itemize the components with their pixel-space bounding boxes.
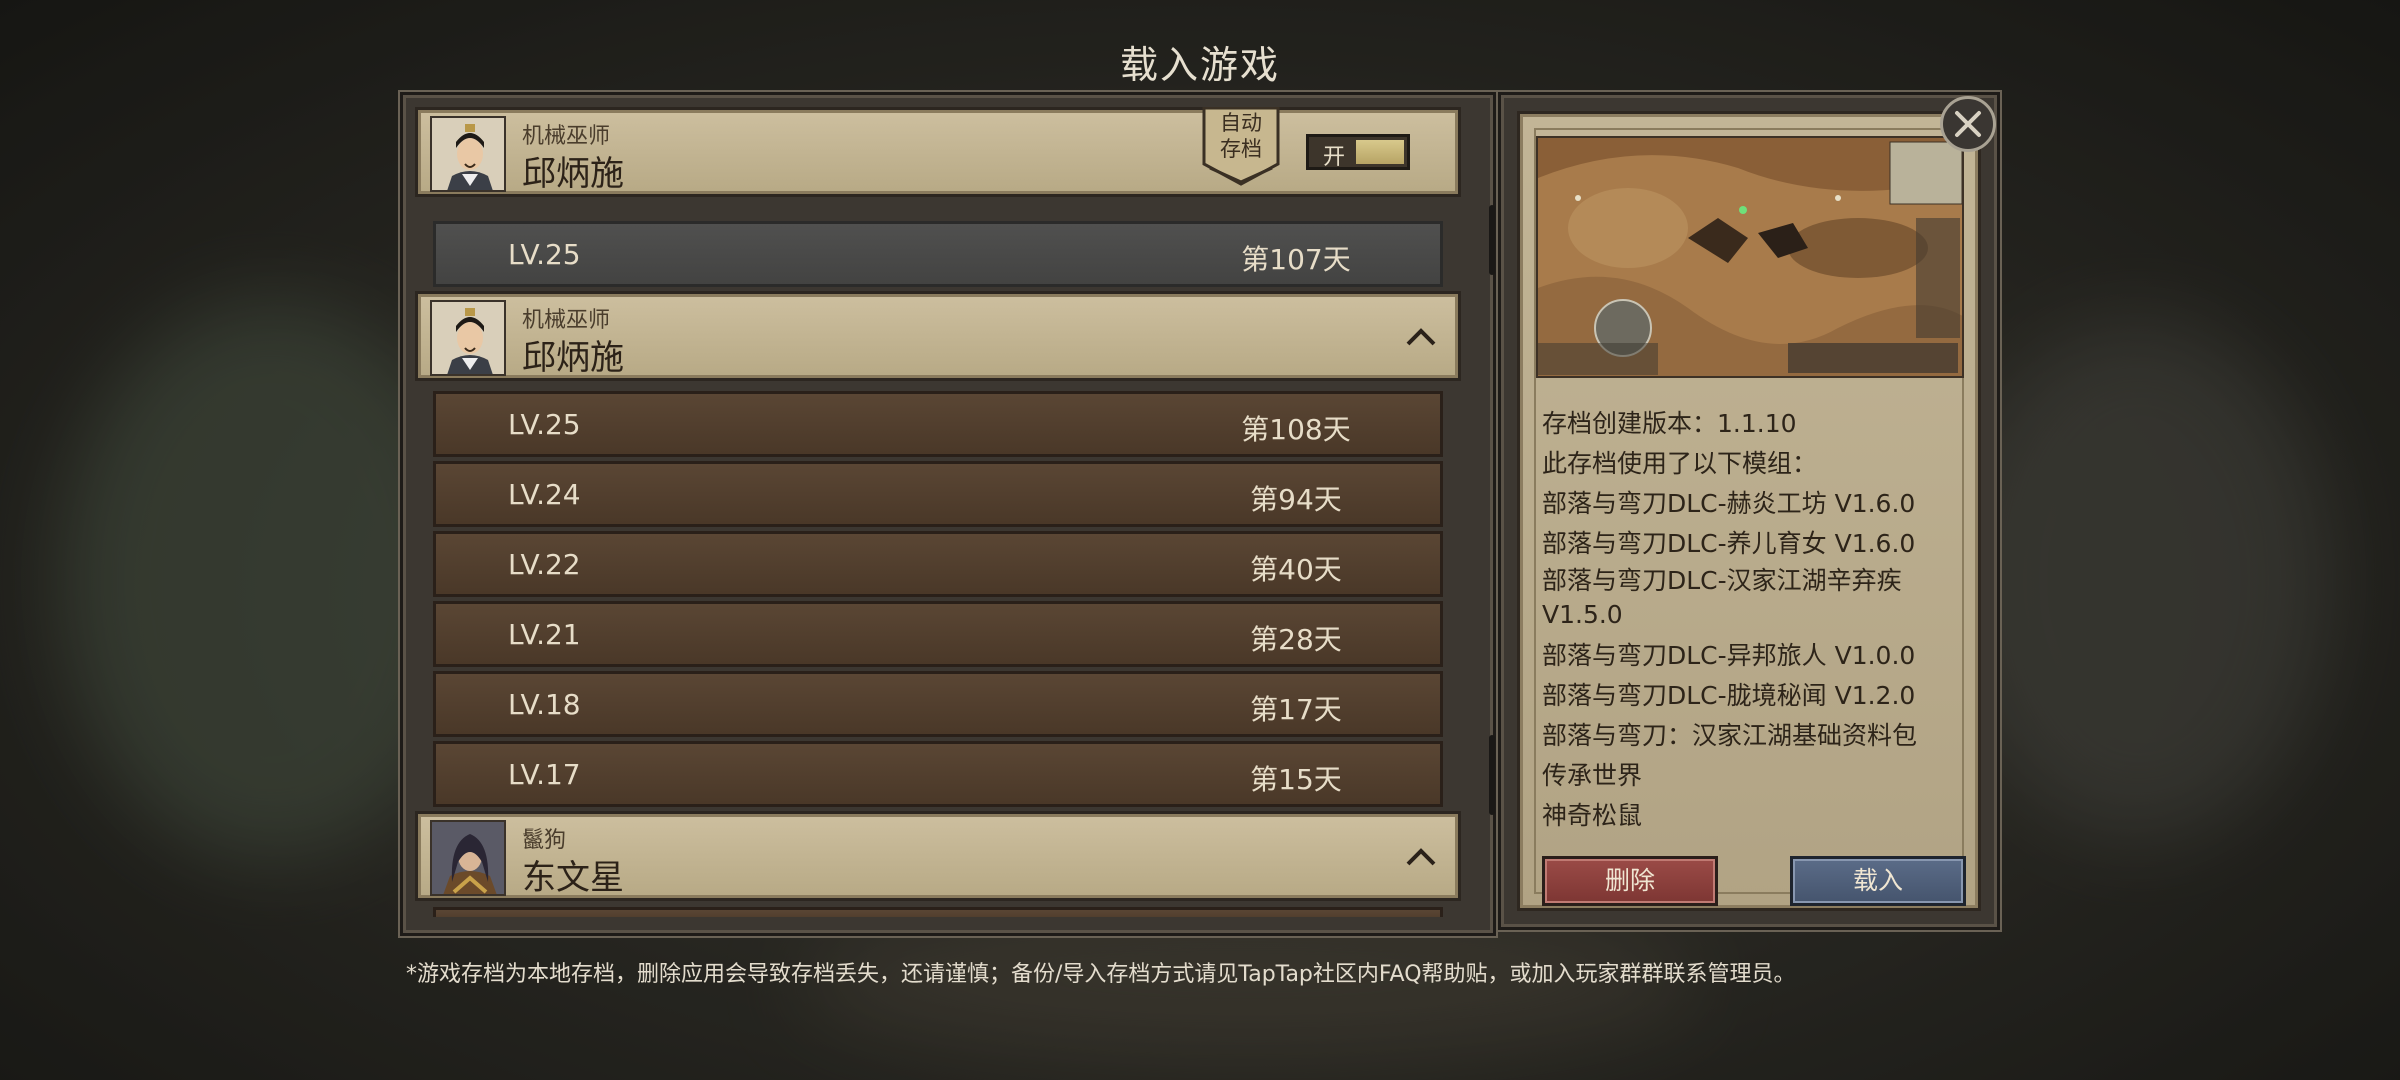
save-level: LV.17 bbox=[508, 758, 581, 791]
save-day: 第15天 bbox=[1250, 763, 1342, 796]
save-level: LV.25 bbox=[508, 238, 581, 271]
save-group-header[interactable]: 机械巫师 邱炳施 自动 存档 开 bbox=[415, 107, 1461, 197]
save-level: LV.22 bbox=[508, 548, 581, 581]
chevron-up-icon[interactable] bbox=[1404, 322, 1438, 352]
character-name: 邱炳施 bbox=[522, 154, 624, 194]
save-day: 第108天 bbox=[1241, 413, 1351, 446]
mod-item: 部落与弯刀DLC-赫炎工坊 V1.6.0 bbox=[1542, 489, 1916, 518]
save-day: 第40天 bbox=[1250, 553, 1342, 586]
save-row[interactable]: LV.25 第107天 bbox=[433, 221, 1443, 287]
save-level: LV.21 bbox=[508, 618, 581, 651]
save-screenshot bbox=[1536, 136, 1964, 378]
mod-item: 部落与弯刀DLC-养儿育女 V1.6.0 bbox=[1542, 529, 1916, 558]
save-day: 第94天 bbox=[1250, 483, 1342, 516]
save-level: LV.18 bbox=[508, 688, 581, 721]
save-day: 第17天 bbox=[1250, 693, 1342, 726]
save-day: 第28天 bbox=[1250, 623, 1342, 656]
mod-item: 部落与弯刀DLC-异邦旅人 V1.0.0 bbox=[1542, 641, 1916, 670]
character-avatar bbox=[430, 116, 506, 192]
character-name: 邱炳施 bbox=[522, 338, 624, 378]
save-info: 存档创建版本：1.1.10 此存档使用了以下模组： 部落与弯刀DLC-赫炎工坊 … bbox=[1542, 404, 1972, 836]
save-row[interactable]: LV.21 第28天 bbox=[433, 601, 1443, 667]
save-row[interactable]: LV.18 第17天 bbox=[433, 671, 1443, 737]
mod-item: 部落与弯刀DLC-汉家江湖辛弃疾 V1.5.0 bbox=[1542, 566, 1902, 629]
mods-heading: 此存档使用了以下模组： bbox=[1542, 449, 1818, 478]
chevron-up-icon[interactable] bbox=[1404, 842, 1438, 872]
mod-item: 传承世界 bbox=[1542, 761, 1643, 790]
detail-card: 存档创建版本：1.1.10 此存档使用了以下模组： 部落与弯刀DLC-赫炎工坊 … bbox=[1517, 111, 1981, 911]
save-list[interactable]: 机械巫师 邱炳施 自动 存档 开 LV.25 第107天 机械巫师 邱炳施 LV… bbox=[415, 107, 1461, 917]
mod-item: 部落与弯刀：汉家江湖基础资料包 bbox=[1542, 721, 1918, 750]
close-button[interactable] bbox=[1940, 96, 1996, 152]
character-avatar bbox=[430, 820, 506, 896]
version-line: 存档创建版本：1.1.10 bbox=[1542, 409, 1797, 438]
scrollbar-thumb[interactable] bbox=[1489, 735, 1495, 815]
toggle-knob bbox=[1356, 140, 1404, 164]
scrollbar-thumb[interactable] bbox=[1489, 205, 1495, 275]
save-row[interactable]: LV.17 第15天 bbox=[433, 741, 1443, 807]
toggle-label: 开 bbox=[1323, 145, 1346, 170]
mod-item: 神奇松鼠 bbox=[1542, 801, 1643, 830]
character-name: 东文星 bbox=[522, 858, 624, 898]
save-group-header[interactable]: 机械巫师 邱炳施 bbox=[415, 291, 1461, 381]
delete-button[interactable]: 删除 bbox=[1542, 856, 1718, 906]
close-icon bbox=[1955, 111, 1981, 137]
load-button[interactable]: 载入 bbox=[1790, 856, 1966, 906]
footnote: *游戏存档为本地存档，删除应用会导致存档丢失，还请谨慎；备份/导入存档方式请见T… bbox=[406, 962, 1796, 987]
page-title: 载入游戏 bbox=[1119, 43, 1280, 87]
character-avatar bbox=[430, 300, 506, 376]
save-row[interactable]: LV.24 第94天 bbox=[433, 461, 1443, 527]
save-day: 第107天 bbox=[1241, 243, 1351, 276]
save-level: LV.24 bbox=[508, 478, 581, 511]
save-row-partial bbox=[433, 907, 1443, 917]
save-level: LV.25 bbox=[508, 408, 581, 441]
save-row[interactable]: LV.25 第108天 bbox=[433, 391, 1443, 457]
autosave-label: 自动 存档 bbox=[1220, 111, 1262, 161]
autosave-toggle[interactable]: 开 bbox=[1306, 134, 1410, 170]
mod-item: 部落与弯刀DLC-胧境秘闻 V1.2.0 bbox=[1542, 681, 1916, 710]
save-detail-panel: 存档创建版本：1.1.10 此存档使用了以下模组： 部落与弯刀DLC-赫炎工坊 … bbox=[1498, 92, 2000, 930]
scrollbar[interactable] bbox=[1489, 95, 1497, 933]
save-row[interactable]: LV.22 第40天 bbox=[433, 531, 1443, 597]
save-list-panel: 机械巫师 邱炳施 自动 存档 开 LV.25 第107天 机械巫师 邱炳施 LV… bbox=[400, 92, 1496, 936]
save-group-header[interactable]: 鬣狗 东文星 bbox=[415, 811, 1461, 901]
